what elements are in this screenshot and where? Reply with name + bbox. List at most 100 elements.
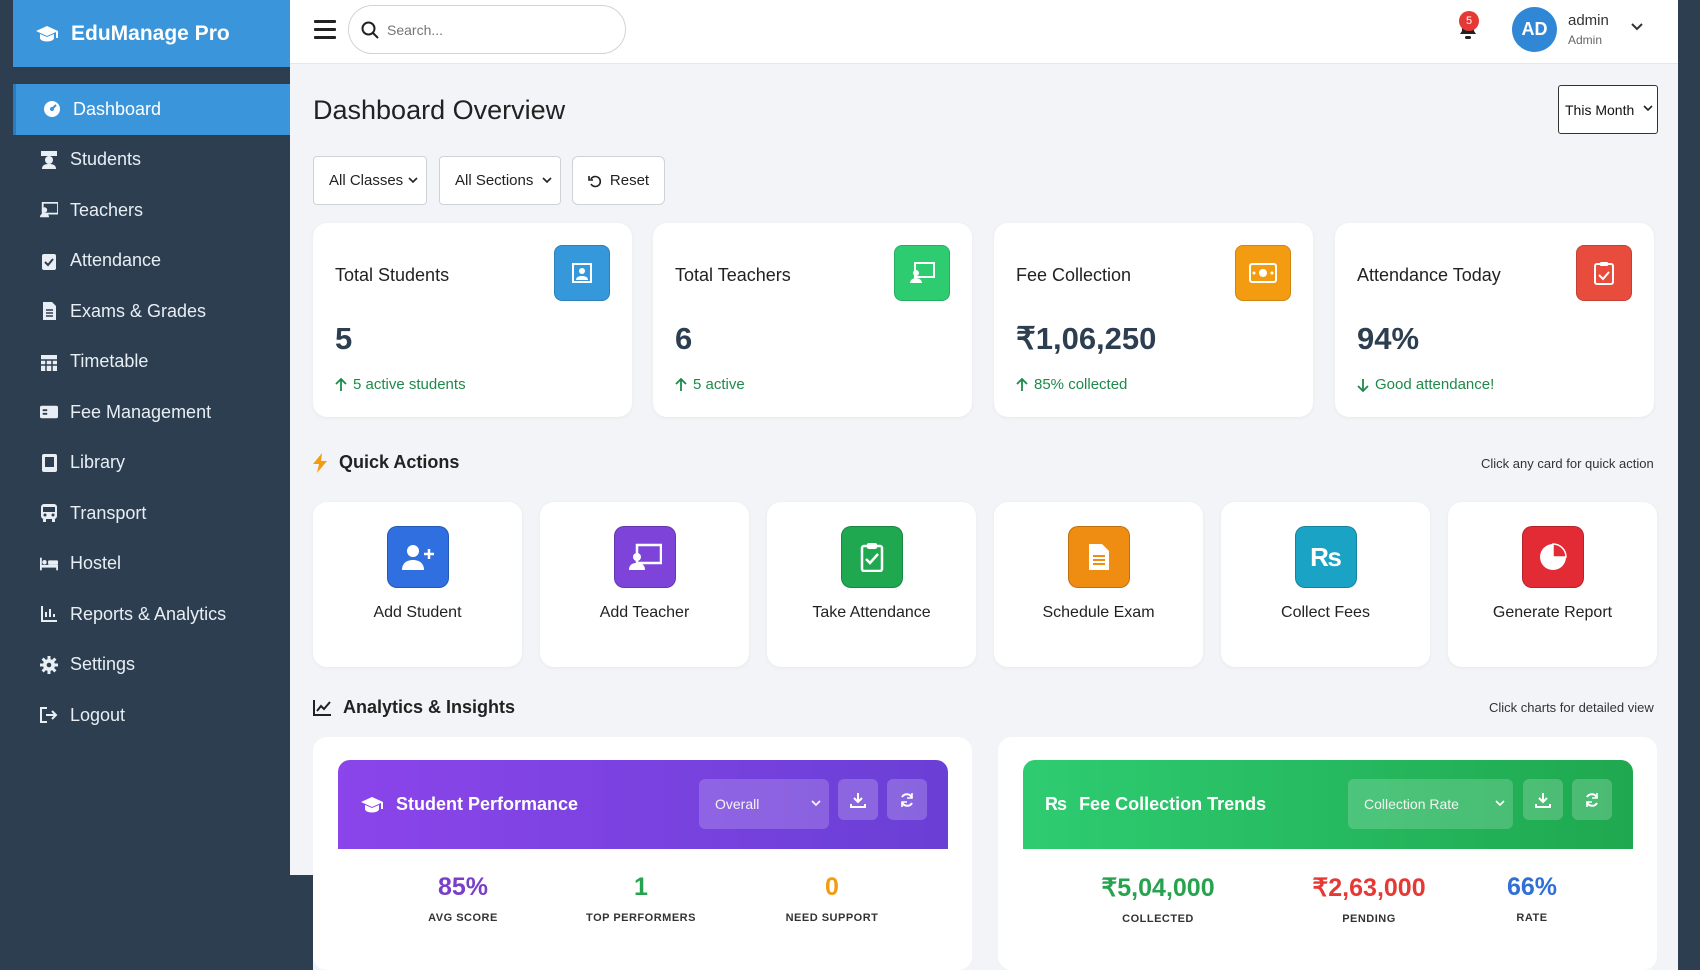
student-performance-title: Student Performance <box>360 760 578 849</box>
sidebar-overflow <box>290 875 313 970</box>
stat-label: Fee Collection <box>1016 265 1132 285</box>
fee-trends-panel[interactable]: ₨ Fee Collection Trends Collection Rate <box>998 737 1657 970</box>
stat-card-attendance[interactable]: Attendance Today 94% Good attendance! <box>1335 223 1654 417</box>
user-role: Admin <box>1568 33 1603 47</box>
sidebar-item-label: Logout <box>70 704 126 725</box>
refresh-button[interactable] <box>887 779 927 820</box>
dashboard-icon <box>43 100 61 118</box>
menu-toggle-button[interactable] <box>314 20 336 40</box>
stat-value: ₹1,06,250 <box>1016 321 1157 356</box>
quick-action-schedule-exam[interactable]: Schedule Exam <box>994 502 1203 667</box>
perf-stat-label: TOP PERFORMERS <box>586 912 696 924</box>
fee-trends-title-label: Fee Collection Trends <box>1079 794 1267 814</box>
download-icon <box>850 792 866 808</box>
period-select-value: This Month <box>1565 101 1635 118</box>
sidebar-item-fee-management[interactable]: Fee Management <box>0 387 290 438</box>
chevron-down-icon <box>408 177 418 184</box>
graduation-cap-icon <box>36 25 58 41</box>
student-performance-title-label: Student Performance <box>396 794 579 814</box>
perf-stat-need-support: 0 NEED SUPPORT <box>772 873 892 924</box>
stat-label: Total Students <box>335 265 450 285</box>
perf-stat-top-performers: 1 TOP PERFORMERS <box>571 873 711 924</box>
stat-label: Attendance Today <box>1357 265 1501 285</box>
quick-action-add-student[interactable]: Add Student <box>313 502 522 667</box>
app-title: EduManage Pro <box>71 21 230 45</box>
sidebar-item-exams[interactable]: Exams & Grades <box>0 286 290 337</box>
section-filter-select[interactable]: All Sections <box>439 156 561 205</box>
class-filter-value: All Classes <box>329 172 404 189</box>
sidebar-item-hostel[interactable]: Hostel <box>0 539 290 590</box>
rupee-icon: ₨ <box>1295 526 1357 588</box>
sidebar-item-teachers[interactable]: Teachers <box>0 185 290 236</box>
chevron-down-icon <box>811 800 821 807</box>
search-box[interactable] <box>348 5 626 54</box>
sidebar-item-label: Fee Management <box>70 401 212 422</box>
quick-action-collect-fees[interactable]: ₨ Collect Fees <box>1221 502 1430 667</box>
performance-metric-select[interactable]: Overall <box>699 779 829 829</box>
period-select[interactable]: This Month <box>1558 85 1658 134</box>
sidebar-item-logout[interactable]: Logout <box>0 690 290 741</box>
brand[interactable]: EduManage Pro <box>13 0 290 67</box>
fee-stat-label: RATE <box>1516 912 1548 924</box>
scrollbar[interactable] <box>1678 0 1700 970</box>
clipboard-check-icon <box>1576 245 1632 301</box>
perf-stat-label: AVG SCORE <box>428 912 498 924</box>
topbar: 5 AD admin Admin <box>290 0 1678 64</box>
stat-card-students[interactable]: Total Students 5 5 active students <box>313 223 632 417</box>
fee-stat-value: 66% <box>1506 873 1558 901</box>
pie-chart-icon <box>1522 526 1584 588</box>
line-chart-icon <box>313 699 331 716</box>
quick-action-label: Add Teacher <box>599 604 690 621</box>
fee-trends-title: ₨ Fee Collection Trends <box>1045 760 1266 849</box>
sidebar-item-timetable[interactable]: Timetable <box>0 337 290 388</box>
fee-stat-label: COLLECTED <box>1122 913 1194 925</box>
quick-action-label: Add Student <box>373 604 462 621</box>
download-button[interactable] <box>1523 779 1563 820</box>
stat-subtext-label: 85% collected <box>1034 376 1128 393</box>
chevron-down-icon[interactable] <box>1630 22 1644 32</box>
fee-metric-value: Collection Rate <box>1364 796 1459 812</box>
chevron-down-icon <box>542 177 552 184</box>
fee-metric-select[interactable]: Collection Rate <box>1348 779 1513 829</box>
main-content: 5 AD admin Admin Dashboard Overview This… <box>290 0 1678 970</box>
quick-action-label: Generate Report <box>1492 604 1613 621</box>
download-button[interactable] <box>838 779 878 820</box>
reset-button[interactable]: Reset <box>572 156 665 205</box>
sidebar-item-library[interactable]: Library <box>0 438 290 489</box>
fee-trends-header: ₨ Fee Collection Trends Collection Rate <box>1023 760 1633 849</box>
logout-icon <box>40 706 58 724</box>
class-filter-select[interactable]: All Classes <box>313 156 427 205</box>
chart-icon <box>40 605 58 623</box>
stat-card-teachers[interactable]: Total Teachers 6 5 active <box>653 223 972 417</box>
teacher-icon <box>894 245 950 301</box>
file-icon <box>40 302 58 321</box>
sidebar-item-label: Settings <box>70 654 136 675</box>
sidebar-item-transport[interactable]: Transport <box>0 488 290 539</box>
avatar[interactable]: AD <box>1512 7 1557 52</box>
sidebar-item-dashboard[interactable]: Dashboard <box>13 84 290 135</box>
quick-action-generate-report[interactable]: Generate Report <box>1448 502 1657 667</box>
file-icon <box>1068 526 1130 588</box>
student-performance-panel[interactable]: Student Performance Overall <box>313 737 972 970</box>
sidebar-item-label: Timetable <box>70 351 149 372</box>
sidebar-item-label: Reports & Analytics <box>70 603 227 624</box>
search-input[interactable] <box>387 21 587 38</box>
user-name[interactable]: admin <box>1568 12 1609 29</box>
refresh-button[interactable] <box>1572 779 1612 820</box>
sidebar-item-students[interactable]: Students <box>0 135 290 186</box>
perf-stat-value: 85% <box>437 873 489 901</box>
money-icon <box>1235 245 1291 301</box>
stat-card-fees[interactable]: Fee Collection ₹1,06,250 85% collected <box>994 223 1313 417</box>
perf-stat-label: NEED SUPPORT <box>785 912 879 924</box>
sidebar-item-attendance[interactable]: Attendance <box>0 236 290 287</box>
quick-action-label: Schedule Exam <box>1042 604 1155 621</box>
quick-actions-hint: Click any card for quick action <box>1481 456 1654 471</box>
analytics-title: Analytics & Insights <box>313 697 515 718</box>
sidebar-item-settings[interactable]: Settings <box>0 640 290 691</box>
arrow-up-icon <box>335 377 347 391</box>
quick-action-take-attendance[interactable]: Take Attendance <box>767 502 976 667</box>
sidebar-item-reports[interactable]: Reports & Analytics <box>0 589 290 640</box>
arrow-up-icon <box>1016 377 1028 391</box>
quick-action-add-teacher[interactable]: Add Teacher <box>540 502 749 667</box>
quick-action-label: Collect Fees <box>1281 604 1370 621</box>
